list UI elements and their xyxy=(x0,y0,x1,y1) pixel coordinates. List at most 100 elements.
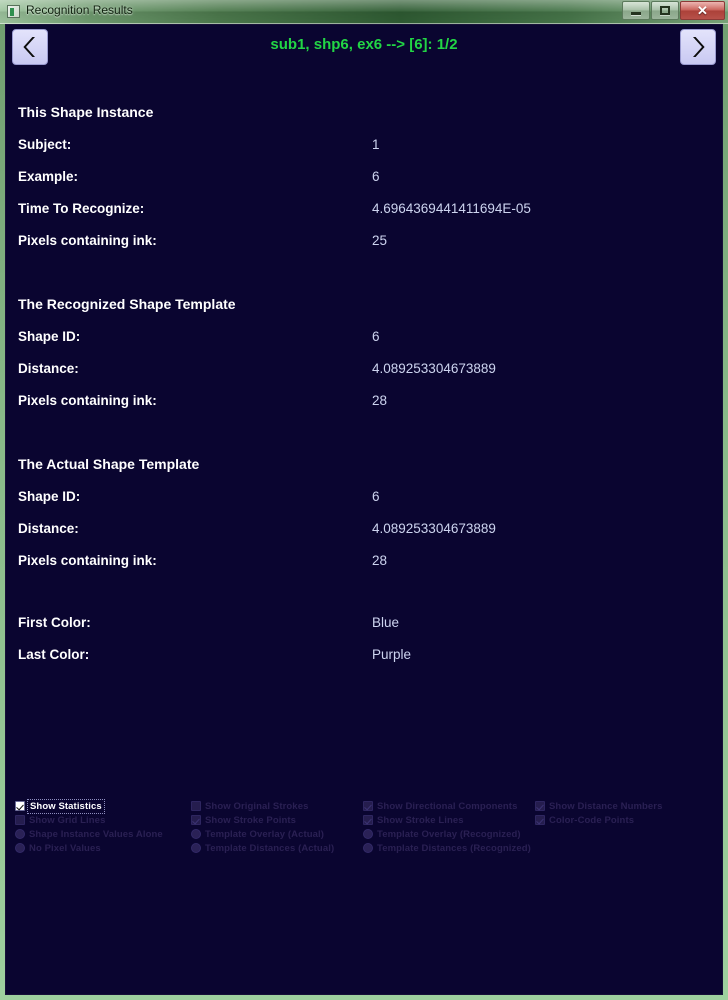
row-value: 1 xyxy=(372,137,380,152)
row-label: Time To Recognize: xyxy=(18,201,145,216)
next-button[interactable] xyxy=(680,29,716,65)
checkbox-icon[interactable] xyxy=(535,815,545,825)
row-value: 4.089253304673889 xyxy=(372,361,496,376)
row-label: Distance: xyxy=(18,361,79,376)
section-heading-label: The Recognized Shape Template xyxy=(18,296,236,312)
option-show-original-strokes[interactable]: Show Original Strokes xyxy=(191,799,363,813)
row-value: 6 xyxy=(372,329,380,344)
option-label: Show Stroke Points xyxy=(205,814,297,826)
checkbox-icon[interactable] xyxy=(15,801,25,811)
row-value: 4.6964369441411694E-05 xyxy=(372,201,531,216)
option-label: Show Distance Numbers xyxy=(549,800,663,812)
section-heading-actual: The Actual Shape Template xyxy=(18,447,723,481)
row-value: 6 xyxy=(372,489,380,504)
row-label: First Color: xyxy=(18,615,91,630)
checkbox-icon[interactable] xyxy=(363,801,373,811)
radio-icon[interactable] xyxy=(363,829,373,839)
option-label: Shape Instance Values Alone xyxy=(29,828,163,840)
spacer-section-1 xyxy=(18,257,723,287)
row-shape-id-recognized: Shape ID: 6 xyxy=(18,321,723,353)
option-label: Template Overlay (Actual) xyxy=(205,828,325,840)
option-label: Show Original Strokes xyxy=(205,800,309,812)
row-distance-recognized: Distance: 4.089253304673889 xyxy=(18,353,723,385)
section-heading-instance: This Shape Instance xyxy=(18,95,723,129)
option-show-stroke-lines[interactable]: Show Stroke Lines xyxy=(363,813,535,827)
row-value: 28 xyxy=(372,553,388,568)
results-content: This Shape Instance Subject: 1 Example: … xyxy=(5,69,723,671)
option-show-directional-components[interactable]: Show Directional Components xyxy=(363,799,535,813)
chevron-right-icon xyxy=(693,37,705,57)
options-column-3: Show Directional Components Show Stroke … xyxy=(363,799,535,855)
option-show-grid-lines[interactable]: Show Grid Lines xyxy=(15,813,193,827)
section-heading-label: This Shape Instance xyxy=(18,104,154,120)
row-value: 28 xyxy=(372,393,388,408)
minimize-button[interactable] xyxy=(622,1,650,20)
option-no-pixel-values[interactable]: No Pixel Values xyxy=(15,841,193,855)
previous-button[interactable] xyxy=(12,29,48,65)
option-template-overlay-recognized[interactable]: Template Overlay (Recognized) xyxy=(363,827,535,841)
checkbox-icon[interactable] xyxy=(15,815,25,825)
chevron-left-icon xyxy=(23,37,35,57)
radio-icon[interactable] xyxy=(15,829,25,839)
maximize-button[interactable] xyxy=(651,1,679,20)
option-label: Show Grid Lines xyxy=(29,814,106,826)
row-value: 6 xyxy=(372,169,380,184)
radio-icon[interactable] xyxy=(191,843,201,853)
row-pixels-ink-recognized: Pixels containing ink: 28 xyxy=(18,385,723,417)
radio-icon[interactable] xyxy=(363,843,373,853)
option-template-overlay-actual[interactable]: Template Overlay (Actual) xyxy=(191,827,363,841)
page-title: sub1, shp6, ex6 --> [6]: 1/2 xyxy=(270,36,458,53)
close-button[interactable]: ✕ xyxy=(680,1,725,20)
option-template-distances-actual[interactable]: Template Distances (Actual) xyxy=(191,841,363,855)
row-last-color: Last Color: Purple xyxy=(18,639,723,671)
navigation-bar: sub1, shp6, ex6 --> [6]: 1/2 xyxy=(5,24,723,69)
checkbox-icon[interactable] xyxy=(191,815,201,825)
close-icon: ✕ xyxy=(697,3,708,18)
row-value: 25 xyxy=(372,233,388,248)
options-column-4: Show Distance Numbers Color-Code Points xyxy=(535,799,715,827)
row-pixels-ink-instance: Pixels containing ink: 25 xyxy=(18,225,723,257)
row-label: Pixels containing ink: xyxy=(18,393,157,408)
radio-icon[interactable] xyxy=(191,829,201,839)
option-shape-instance-values-alone[interactable]: Shape Instance Values Alone xyxy=(15,827,193,841)
radio-icon[interactable] xyxy=(15,843,25,853)
row-example: Example: 6 xyxy=(18,161,723,193)
spacer-top xyxy=(18,69,723,95)
section-heading-label: The Actual Shape Template xyxy=(18,456,200,472)
row-label: Pixels containing ink: xyxy=(18,233,157,248)
checkbox-icon[interactable] xyxy=(535,801,545,811)
option-label: Show Directional Components xyxy=(377,800,518,812)
option-label: Show Statistics xyxy=(27,798,105,814)
checkbox-icon[interactable] xyxy=(191,801,201,811)
row-label: Distance: xyxy=(18,521,79,536)
app-icon xyxy=(7,5,20,18)
row-shape-id-actual: Shape ID: 6 xyxy=(18,481,723,513)
client-area: sub1, shp6, ex6 --> [6]: 1/2 This Shape … xyxy=(5,24,723,995)
option-label: No Pixel Values xyxy=(29,842,101,854)
title-bar[interactable]: Recognition Results ✕ xyxy=(0,0,728,24)
row-label: Shape ID: xyxy=(18,329,81,344)
row-label: Pixels containing ink: xyxy=(18,553,157,568)
window-controls: ✕ xyxy=(621,1,725,21)
option-show-stroke-points[interactable]: Show Stroke Points xyxy=(191,813,363,827)
option-label: Template Distances (Recognized) xyxy=(377,842,531,854)
row-value: Purple xyxy=(372,647,412,662)
row-label: Shape ID: xyxy=(18,489,81,504)
application-window: Recognition Results ✕ sub1, shp6, ex6 --… xyxy=(0,0,728,1000)
window-title: Recognition Results xyxy=(26,3,133,17)
option-label: Color-Code Points xyxy=(549,814,635,826)
option-label: Show Stroke Lines xyxy=(377,814,464,826)
row-time-to-recognize: Time To Recognize: 4.6964369441411694E-0… xyxy=(18,193,723,225)
row-subject: Subject: 1 xyxy=(18,129,723,161)
row-value: Blue xyxy=(372,615,400,630)
options-panel: Show Statistics Show Grid Lines Shape In… xyxy=(13,798,717,859)
row-label: Subject: xyxy=(18,137,72,152)
option-template-distances-recognized[interactable]: Template Distances (Recognized) xyxy=(363,841,535,855)
section-heading-recognized: The Recognized Shape Template xyxy=(18,287,723,321)
checkbox-icon[interactable] xyxy=(363,815,373,825)
options-column-2: Show Original Strokes Show Stroke Points… xyxy=(191,799,363,855)
option-color-code-points[interactable]: Color-Code Points xyxy=(535,813,715,827)
option-show-statistics[interactable]: Show Statistics xyxy=(15,798,193,814)
option-show-distance-numbers[interactable]: Show Distance Numbers xyxy=(535,799,715,813)
spacer-section-2 xyxy=(18,417,723,447)
